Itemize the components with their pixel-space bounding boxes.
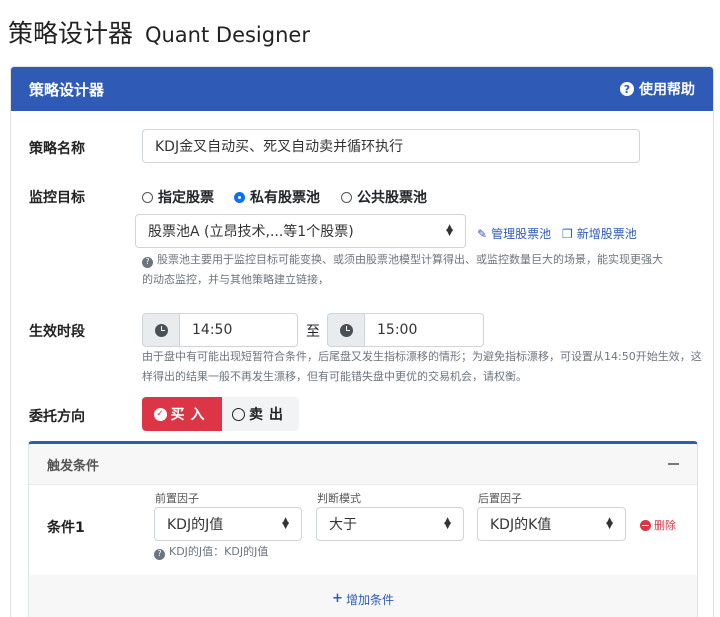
help-label: 使用帮助 [639,82,695,98]
trigger-panel-header: 触发条件 [29,444,697,485]
period-hint: 由于盘中有可能出现短暂符合条件，后尾盘又发生指标漂移的情形；为避免指标漂移，可设… [142,347,702,387]
question-circle-icon: ? [154,548,165,560]
period-hint-line1: 由于盘中有可能出现短暂符合条件，后尾盘又发生指标漂移的情形；为避免指标漂移，可设… [142,350,702,363]
circle-icon [232,407,245,421]
manage-pool-link[interactable]: ✎ 管理股票池 [477,225,551,242]
back-factor-label: 后置因子 [478,492,522,505]
trigger-title: 触发条件 [47,458,100,474]
monitor-hint-line2: 的动态监控，并与其他策略建立链接， [142,273,329,286]
sell-label: 卖出 [249,407,289,423]
effective-period-label: 生效时段 [29,324,85,340]
strategy-name-input[interactable]: KDJ金叉自动买、死叉自动卖并循环执行 [142,129,640,163]
factor-hint: ? KDJ的J值：KDJ的J值 [154,542,268,562]
mode-select[interactable]: 大于 ▲ ▼ [316,507,464,541]
back-factor-select[interactable]: KDJ的K值 ▲ ▼ [477,507,626,541]
page-title-text: 策略设计器 [8,19,134,48]
clock-icon [339,323,353,337]
select-arrows-icon: ▲ ▼ [282,516,289,531]
buy-label: 买入 [170,407,211,423]
select-arrows-icon: ▲ ▼ [606,516,613,531]
minus-circle-icon [640,519,651,531]
stock-pool-select[interactable]: 股票池A (立昂技术,...等1个股票) ▲ ▼ [135,214,466,248]
sell-button[interactable]: 卖出 [222,397,299,431]
condition-label: 条件1 [47,520,85,536]
radio-label: 公共股票池 [357,190,427,206]
delete-label: 删除 [654,519,676,532]
monitor-hint: ? 股票池主要用于监控目标可能变换、或须由股票池模型计算得出、或监控数量巨大的场景… [142,250,702,290]
front-factor-label: 前置因子 [155,492,199,505]
new-pool-link[interactable]: ❐ 新增股票池 [562,225,637,242]
start-time-value: 14:50 [192,322,233,338]
factor-hint-text: KDJ的J值：KDJ的J值 [169,545,269,558]
mode-value: 大于 [329,517,357,533]
trigger-panel-footer: + 增加条件 [29,575,697,617]
card-header-title: 策略设计器 [29,80,105,99]
help-link[interactable]: ? 使用帮助 [620,79,695,99]
time-separator: 至 [306,324,320,340]
trigger-panel: 触发条件 前置因子 判断模式 后置因子 条件1 KDJ的J值 ▲ ▼ 大于 ▲ ▼ … [28,441,698,617]
question-circle-icon: ? [142,256,153,268]
delete-condition-button[interactable]: 删除 [640,517,676,533]
check-circle-icon: ✓ [153,407,167,421]
add-condition-button[interactable]: + 增加条件 [332,591,394,617]
card-header: 策略设计器 ? 使用帮助 [11,67,713,111]
radio-checked-icon [234,191,245,203]
order-direction-label: 委托方向 [29,409,85,425]
start-time-input[interactable]: 14:50 [180,313,298,347]
page-title: 策略设计器 Quant Designer [8,14,310,50]
radio-circle-icon [142,191,153,203]
radio-label: 指定股票 [158,190,214,206]
clock-icon [154,323,168,337]
strategy-card: 策略设计器 ? 使用帮助 策略名称 KDJ金叉自动买、死叉自动卖并循环执行 监控… [10,66,714,617]
buy-button[interactable]: ✓ 买入 [142,397,222,431]
back-factor-value: KDJ的K值 [490,517,552,533]
end-time-addon [327,313,365,347]
add-condition-label: 增加条件 [345,593,394,607]
radio-label: 私有股票池 [250,190,320,206]
page-subtitle: Quant Designer [144,23,310,47]
front-factor-select[interactable]: KDJ的J值 ▲ ▼ [154,507,302,541]
manage-pool-label: 管理股票池 [491,227,552,241]
radio-specified-stock[interactable]: 指定股票 [142,187,214,207]
front-factor-value: KDJ的J值 [167,517,224,533]
radio-circle-icon [341,191,352,203]
stock-pool-select-value: 股票池A (立昂技术,...等1个股票) [148,224,354,240]
plus-icon: + [332,591,343,606]
question-circle-icon: ? [620,82,634,96]
copy-icon: ❐ [562,226,573,241]
strategy-name-label: 策略名称 [29,141,85,157]
new-pool-label: 新增股票池 [576,227,637,241]
edit-icon: ✎ [477,226,488,241]
minus-icon[interactable] [668,463,679,465]
monitor-target-label: 监控目标 [29,190,85,206]
mode-label: 判断模式 [317,492,361,505]
period-hint-line2: 样得出的结果一般不再发生漂移，但有可能错失盘中更优的交易机会，请权衡。 [142,370,527,383]
end-time-input[interactable]: 15:00 [365,313,484,347]
select-arrows-icon: ▲ ▼ [446,223,453,238]
monitor-hint-line1: 股票池主要用于监控目标可能变换、或须由股票池模型计算得出、或监控数量巨大的场景，… [157,253,663,266]
start-time-addon [142,313,180,347]
radio-public-pool[interactable]: 公共股票池 [341,187,427,207]
radio-private-pool[interactable]: 私有股票池 [234,187,320,207]
strategy-name-value: KDJ金叉自动买、死叉自动卖并循环执行 [155,139,404,155]
select-arrows-icon: ▲ ▼ [444,516,451,531]
end-time-value: 15:00 [377,322,418,338]
